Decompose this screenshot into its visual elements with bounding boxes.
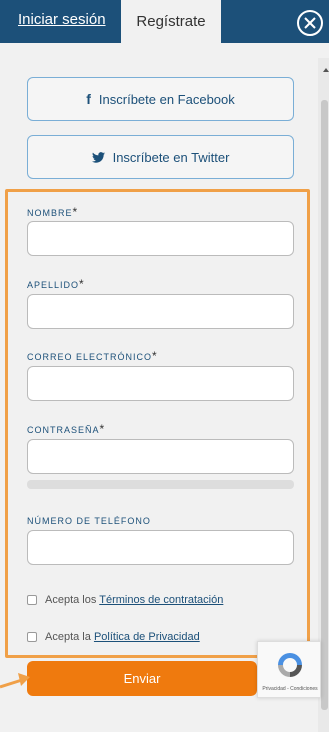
contrasena-label: CONTRASEÑA* (27, 422, 105, 436)
facebook-icon: f (86, 91, 91, 107)
twitter-signup-button[interactable]: Inscríbete en Twitter (27, 135, 294, 179)
contrasena-input[interactable] (27, 439, 294, 474)
correo-input[interactable] (27, 366, 294, 401)
scroll-thumb[interactable] (321, 100, 328, 710)
tab-bar: Iniciar sesión Regístrate (0, 0, 329, 43)
apellido-label: APELLIDO* (27, 277, 84, 291)
privacy-link[interactable]: Política de Privacidad (94, 631, 200, 643)
submit-button[interactable]: Enviar (27, 661, 257, 696)
tab-register[interactable]: Regístrate (121, 0, 221, 43)
recaptcha-icon (278, 653, 302, 677)
terms-link[interactable]: Términos de contratación (99, 594, 223, 606)
arrow-pointer-icon (0, 673, 30, 689)
telefono-label: NÚMERO DE TELÉFONO (27, 516, 151, 526)
apellido-input[interactable] (27, 294, 294, 329)
facebook-signup-button[interactable]: f Inscríbete en Facebook (27, 77, 294, 121)
nombre-label: NOMBRE* (27, 205, 78, 219)
twitter-icon (91, 151, 105, 163)
tab-login[interactable]: Iniciar sesión (18, 11, 106, 28)
telefono-input[interactable] (27, 530, 294, 565)
scroll-up-icon[interactable] (323, 68, 329, 72)
twitter-signup-label: Inscríbete en Twitter (112, 149, 230, 165)
terms-row: Acepta los Términos de contratación (27, 594, 223, 606)
recaptcha-links[interactable]: Privacidad - Condiciones (260, 686, 320, 692)
terms-checkbox[interactable] (27, 595, 37, 605)
terms-prefix: Acepta los (45, 594, 97, 606)
correo-label: CORREO ELECTRÓNICO* (27, 349, 157, 363)
privacy-row: Acepta la Política de Privacidad (27, 631, 200, 643)
privacy-prefix: Acepta la (45, 631, 91, 643)
facebook-signup-label: Inscríbete en Facebook (98, 91, 235, 107)
nombre-input[interactable] (27, 221, 294, 256)
privacy-checkbox[interactable] (27, 632, 37, 642)
password-strength-bar (27, 480, 294, 489)
recaptcha-badge[interactable]: Privacidad - Condiciones (257, 641, 321, 698)
close-icon (304, 17, 316, 29)
close-button[interactable] (297, 10, 323, 36)
